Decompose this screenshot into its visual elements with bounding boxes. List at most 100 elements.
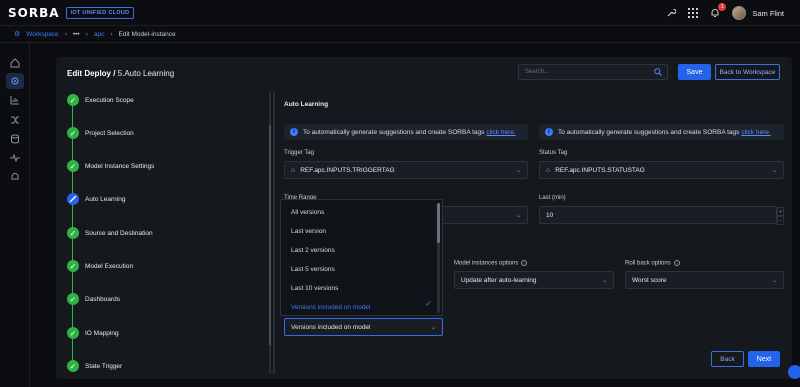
form-scrollbar[interactable] <box>273 92 275 374</box>
next-button[interactable]: Next <box>748 351 780 367</box>
dropdown-option-selected-label: Versions included on model <box>291 304 371 311</box>
section-title: Auto Learning <box>284 101 329 108</box>
decrement-icon[interactable]: − <box>777 216 784 225</box>
info-link[interactable]: click here. <box>486 129 515 136</box>
page-title: Edit Deploy / 5.Auto Learning <box>67 69 174 78</box>
check-icon: ✓ <box>67 160 79 172</box>
step-state-trigger[interactable]: ✓ State Trigger <box>67 359 122 373</box>
step-io-mapping[interactable]: ✓ IO Mapping <box>67 326 119 340</box>
last-min-input[interactable]: 10 + − <box>539 206 784 225</box>
last-min-stepper[interactable]: + − <box>777 207 784 225</box>
chevron-down-icon: ⌄ <box>771 278 777 284</box>
chat-launcher-icon[interactable] <box>788 365 800 379</box>
increment-icon[interactable]: + <box>777 207 784 216</box>
back-button[interactable]: Back <box>711 351 744 367</box>
breadcrumb-apc[interactable]: apc <box>94 31 104 38</box>
check-icon: ✓ <box>67 360 79 372</box>
pulse-icon[interactable] <box>9 152 21 164</box>
model-instances-options-label: Model instances options? <box>454 260 528 267</box>
step-label: Project Selection <box>85 129 134 137</box>
steps-scrollbar-thumb[interactable] <box>269 125 271 345</box>
step-label: IO Mapping <box>85 329 119 337</box>
chevron-down-icon: ⌄ <box>771 168 777 174</box>
dropdown-option-selected[interactable]: Versions included on model <box>281 298 431 317</box>
page-title-step: 5.Auto Learning <box>117 69 175 78</box>
step-label: Source and Destination <box>85 229 153 237</box>
trigger-tag-select[interactable]: ⌂ REF.apc.INPUTS.TRIGGERTAG ⌄ <box>284 161 528 179</box>
info-text: To automatically generate suggestions an… <box>303 128 485 136</box>
step-label: State Trigger <box>85 362 123 370</box>
step-source-and-destination[interactable]: ✓ Source and Destination <box>67 226 153 240</box>
page-title-prefix: Edit Deploy / <box>67 69 118 78</box>
tag-icon: ⌂ <box>291 166 296 174</box>
check-icon: ✓ <box>67 127 79 139</box>
info-icon: i <box>290 128 298 136</box>
home-icon[interactable] <box>9 57 21 69</box>
chevron-down-icon: ⌄ <box>515 213 521 219</box>
info-text: To automatically generate suggestions an… <box>558 128 740 136</box>
model-instances-options-value: Update after auto-learning <box>461 276 537 284</box>
model-instances-options-select[interactable]: Update after auto-learning ⌄ <box>454 271 614 289</box>
chevron-down-icon: ⌄ <box>601 278 607 284</box>
info-banner-left: i To automatically generate suggestions … <box>284 124 528 140</box>
step-project-selection[interactable]: ✓ Project Selection <box>67 126 134 140</box>
breadcrumb-dots[interactable]: ••• <box>73 31 80 38</box>
roll-back-options-select[interactable]: Worst score ⌄ <box>625 271 784 289</box>
step-execution-scope[interactable]: ✓ Execution Scope <box>67 93 134 107</box>
top-right-actions: 1 Sam Flint <box>666 0 784 26</box>
notification-count-badge: 1 <box>718 3 727 11</box>
pencil-icon <box>67 193 79 205</box>
tag-icon: ⌂ <box>546 166 551 174</box>
back-to-workspace-button[interactable]: Back to Workspace <box>715 64 780 80</box>
steps-scrollbar[interactable] <box>269 92 271 374</box>
dropdown-option[interactable]: All versions <box>281 203 431 222</box>
search-input[interactable]: Search... <box>518 64 668 80</box>
step-label: Dashboards <box>85 295 121 303</box>
user-name[interactable]: Sam Flint <box>752 9 784 18</box>
wrench-icon[interactable] <box>666 8 677 18</box>
database-icon[interactable] <box>9 133 21 145</box>
shuffle-icon[interactable] <box>9 114 21 126</box>
dropdown-option[interactable]: Last 5 versions <box>281 260 431 279</box>
wizard-steps: ✓ Execution Scope ✓ Project Selection ✓ … <box>56 91 266 379</box>
step-label: Model Execution <box>85 262 134 270</box>
help-icon[interactable]: ? <box>673 260 680 266</box>
chart-icon[interactable] <box>9 94 21 106</box>
check-icon: ✓ <box>67 227 79 239</box>
status-tag-select[interactable]: ⌂ REF.apc.INPUTS.STATUSTAG ⌄ <box>539 161 784 179</box>
versions-select[interactable]: Versions included on model ⌄ <box>284 318 443 336</box>
dropdown-scrollbar-thumb[interactable] <box>437 203 440 243</box>
search-icon[interactable] <box>654 68 662 78</box>
check-icon: ✓ <box>67 293 79 305</box>
step-model-execution[interactable]: ✓ Model Execution <box>67 259 133 273</box>
dropdown-option[interactable]: Last 2 versions <box>281 241 431 260</box>
dropdown-option[interactable]: Last version <box>281 222 431 241</box>
search-placeholder: Search... <box>525 69 550 75</box>
breadcrumb-workspace[interactable]: Workspace <box>26 31 58 38</box>
check-icon: ✓ <box>67 94 79 106</box>
dropdown-scrollbar[interactable] <box>437 203 440 313</box>
bell-icon[interactable]: 1 <box>710 3 727 18</box>
help-icon[interactable]: ? <box>521 260 528 266</box>
last-min-value: 10 <box>546 211 554 219</box>
step-dashboards[interactable]: ✓ Dashboards <box>67 292 120 306</box>
dropdown-option[interactable]: Last 10 versions <box>281 279 431 298</box>
step-auto-learning[interactable]: Auto Learning <box>67 192 125 206</box>
chevron-right-icon: › <box>64 30 67 38</box>
info-icon: i <box>545 128 553 136</box>
breadcrumb-current: Edit Model-instance <box>118 30 176 38</box>
workspace-nav-icon[interactable] <box>6 73 24 89</box>
avatar[interactable] <box>732 6 747 20</box>
apps-grid-icon[interactable] <box>688 8 699 18</box>
status-tag-label: Status Tag <box>539 150 568 156</box>
step-label: Auto Learning <box>85 195 126 203</box>
save-button[interactable]: Save <box>678 64 711 80</box>
sorba-logo[interactable]: SORBA <box>8 6 60 20</box>
step-model-instance-settings[interactable]: ✓ Model Instance Settings <box>67 159 154 173</box>
info-link[interactable]: click here. <box>741 129 770 136</box>
check-icon: ✓ <box>67 327 79 339</box>
alert-bell-icon[interactable] <box>9 171 21 183</box>
last-min-label: Last (min) <box>539 195 566 201</box>
top-bar: SORBA IOT UNIFIED CLOUD 1 Sam Flint <box>0 0 800 26</box>
left-nav <box>0 43 30 387</box>
